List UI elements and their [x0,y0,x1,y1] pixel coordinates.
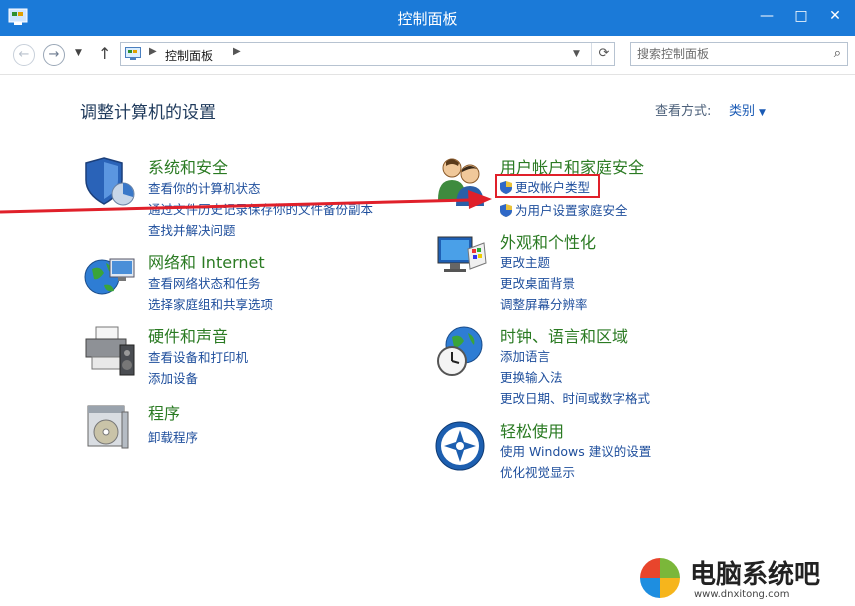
chevron-down-icon: ▼ [759,108,766,118]
category-title[interactable]: 轻松使用 [500,418,564,442]
category-title[interactable]: 时钟、语言和区域 [500,323,628,347]
back-button[interactable]: ← [13,44,35,66]
view-by-label: 查看方式: [655,104,712,119]
recent-locations-dropdown[interactable]: ▼ [75,48,82,58]
title-bar: 控制面板 — □ ✕ [0,0,855,36]
maximize-button[interactable]: □ [784,4,818,28]
link-screen-resolution[interactable]: 调整屏幕分辨率 [500,294,588,313]
arrow-left-icon: ← [18,47,30,62]
category-programs: 程序 卸载程序 [82,400,412,456]
arrow-right-icon: → [48,47,60,62]
link-add-language[interactable]: 添加语言 [500,346,550,365]
network-globe-icon [84,258,135,295]
view-by-dropdown[interactable]: 类别 ▼ [729,100,766,119]
windows-logo-icon [640,558,680,598]
link-homegroup-sharing[interactable]: 选择家庭组和共享选项 [148,294,273,313]
printer-icon [85,326,135,376]
watermark-brand: 电脑系统吧 [690,560,821,590]
link-change-input-method[interactable]: 更换输入法 [500,367,563,386]
category-system-security: 系统和安全 查看你的计算机状态 通过文件历史记录保存你的文件备份副本 查找并解决… [82,154,412,244]
breadcrumb[interactable]: 控制面板 [165,47,213,64]
breadcrumb-separator-icon[interactable]: ▶ [149,46,157,57]
page-title: 调整计算机的设置 [80,103,216,123]
link-recommended-settings[interactable]: 使用 Windows 建议的设置 [500,441,651,460]
category-hardware-sound: 硬件和声音 查看设备和打印机 添加设备 [82,323,412,389]
address-dropdown-icon[interactable]: ▼ [573,49,580,59]
control-panel-icon [125,47,141,60]
link-view-computer-status[interactable]: 查看你的计算机状态 [148,178,261,197]
breadcrumb-separator-icon[interactable]: ▶ [233,46,241,57]
category-network-internet: 网络和 Internet 查看网络状态和任务 选择家庭组和共享选项 [82,249,412,315]
highlight-box [495,174,600,198]
link-view-network-status[interactable]: 查看网络状态和任务 [148,273,261,292]
link-uninstall-program[interactable]: 卸载程序 [148,427,198,446]
forward-button[interactable]: → [43,44,65,66]
uac-shield-icon [500,204,512,217]
clock-globe-icon [437,326,483,376]
programs-icon [87,405,129,449]
address-bar[interactable]: ▶ 控制面板 ▶ ▼ ⟳ [120,42,615,66]
link-change-desktop-background[interactable]: 更改桌面背景 [500,273,575,292]
link-label: 为用户设置家庭安全 [515,203,628,218]
link-add-device[interactable]: 添加设备 [148,368,198,387]
ease-of-access-icon [435,421,485,471]
appearance-monitor-icon [437,236,487,272]
category-title[interactable]: 程序 [148,400,180,424]
shield-icon [85,157,135,206]
refresh-button[interactable]: ⟳ [591,43,616,65]
category-title[interactable]: 网络和 Internet [148,249,265,273]
link-devices-printers[interactable]: 查看设备和打印机 [148,347,248,366]
view-by-value: 类别 [729,104,756,119]
category-title[interactable]: 外观和个性化 [500,229,596,253]
link-change-theme[interactable]: 更改主题 [500,252,550,271]
close-button[interactable]: ✕ [818,4,852,28]
link-file-history-backup[interactable]: 通过文件历史记录保存你的文件备份副本 [148,199,373,218]
navigation-bar: ← → ▼ ↑ ▶ 控制面板 ▶ ▼ ⟳ ⌕ [0,36,855,75]
link-optimize-visual-display[interactable]: 优化视觉显示 [500,462,575,481]
link-family-safety[interactable]: 为用户设置家庭安全 [500,200,628,219]
category-clock-language-region: 时钟、语言和区域 添加语言 更换输入法 更改日期、时间或数字格式 [434,323,764,409]
search-box[interactable]: ⌕ [630,42,848,66]
search-icon[interactable]: ⌕ [834,46,841,61]
arrow-up-icon: ↑ [98,44,112,63]
window-title: 控制面板 [397,10,458,28]
link-change-date-time-format[interactable]: 更改日期、时间或数字格式 [500,388,650,407]
category-title[interactable]: 系统和安全 [148,154,228,178]
watermark: 电脑系统吧 www.dnxitong.com [632,548,855,606]
up-button[interactable]: ↑ [98,44,111,63]
users-icon [438,158,484,206]
category-appearance: 外观和个性化 更改主题 更改桌面背景 调整屏幕分辨率 [434,229,764,315]
category-title[interactable]: 硬件和声音 [148,323,228,347]
search-input[interactable] [637,45,817,63]
watermark-url: www.dnxitong.com [694,589,790,600]
link-troubleshoot[interactable]: 查找并解决问题 [148,220,236,239]
category-ease-of-access: 轻松使用 使用 Windows 建议的设置 优化视觉显示 [434,418,764,484]
minimize-button[interactable]: — [750,4,784,28]
